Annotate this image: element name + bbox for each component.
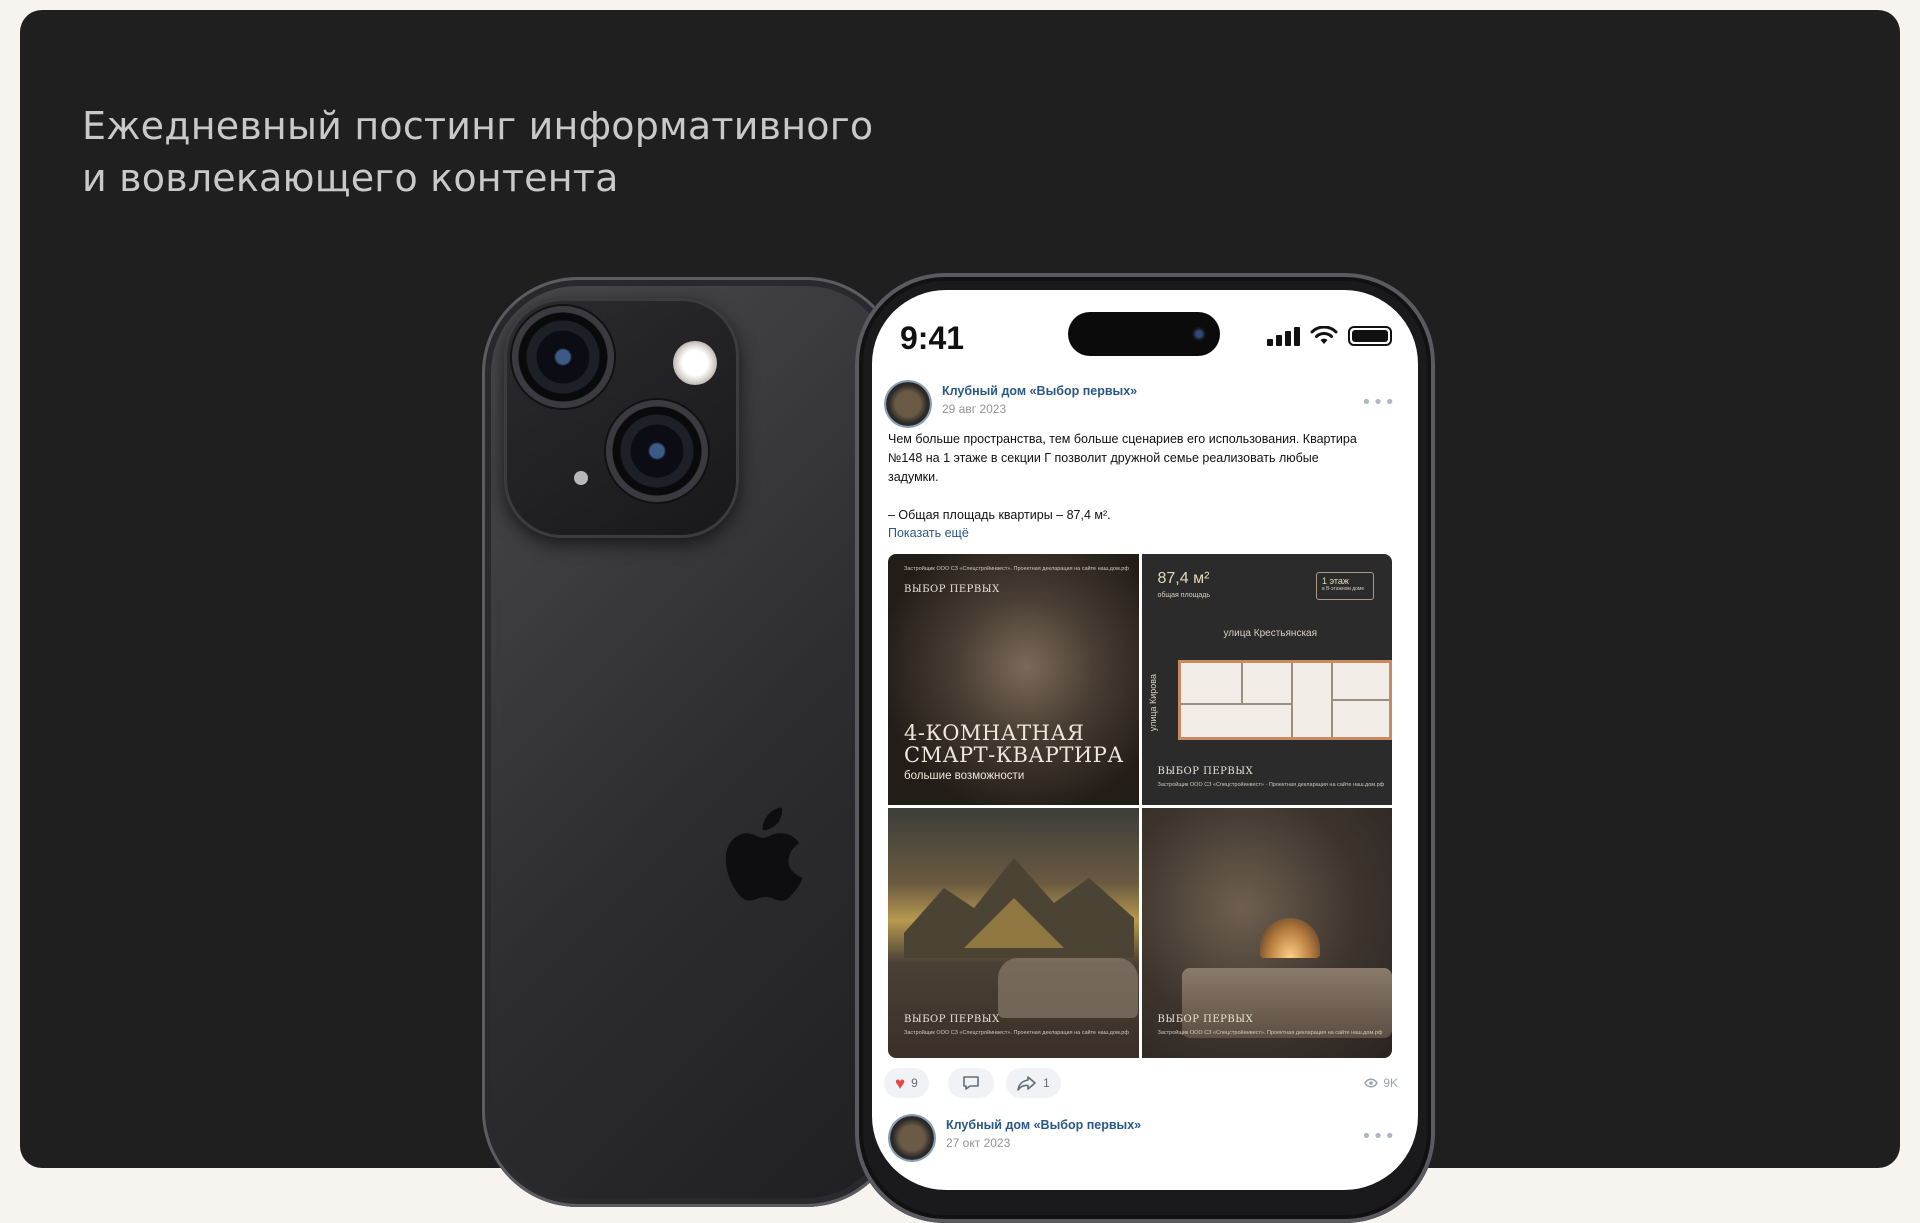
like-button[interactable]: ♥ 9 — [884, 1068, 929, 1098]
post-text: Чем больше пространства, тем больше сцен… — [888, 430, 1400, 525]
front-camera-icon — [1192, 327, 1206, 341]
legal-text: Застройщик ООО СЗ «Спецстройинвест». Про… — [904, 566, 1129, 572]
share-button[interactable]: 1 — [1006, 1068, 1061, 1098]
post-image-grid: Застройщик ООО СЗ «Спецстройинвест». Про… — [888, 554, 1392, 1058]
area-value: 87,4 м² — [1157, 570, 1210, 587]
microphone-icon — [574, 471, 588, 485]
wifi-icon — [1310, 326, 1338, 344]
area-label: общая площадь — [1157, 592, 1211, 599]
views-count: 9K — [1383, 1076, 1398, 1090]
image-title: 4-КОМНАТНАЯ СМАРТ-КВАРТИРА — [904, 722, 1124, 766]
post-text-line: задумки. — [888, 470, 939, 484]
post-image[interactable]: ВЫБОР ПЕРВЫХ Застройщик ООО СЗ «Спецстро… — [1141, 807, 1392, 1058]
comment-button[interactable] — [948, 1068, 994, 1098]
battery-icon — [1348, 326, 1392, 346]
post-text-line: – Общая площадь квартиры – 87,4 м². — [888, 508, 1111, 522]
signal-icon — [1267, 326, 1300, 346]
like-count: 9 — [911, 1076, 918, 1090]
camera-lens-icon — [512, 306, 614, 408]
post-header-2: Клубный дом «Выбор первых» 27 окт 2023 •… — [890, 1116, 1404, 1166]
image-title-line: СМАРТ-КВАРТИРА — [904, 743, 1124, 767]
floor-badge: 1 этаж в В-этажном доме — [1316, 572, 1374, 600]
bed-shape — [1181, 967, 1392, 1038]
brand-text: ВЫБОР ПЕРВЫХ — [904, 584, 1000, 595]
post-text-line: №148 на 1 этаже в секции Г позволит друж… — [888, 451, 1319, 465]
post-header: Клубный дом «Выбор первых» 29 авг 2023 •… — [886, 382, 1404, 432]
comment-icon — [963, 1076, 979, 1090]
post-actions: ♥ 9 1 9K — [884, 1068, 1404, 1100]
views-counter: 9K — [1364, 1076, 1398, 1090]
legal-text: Застройщик ООО СЗ «Спецстройинвест». Про… — [1157, 1029, 1383, 1036]
flash-icon — [673, 341, 717, 385]
legal-text: Застройщик ООО СЗ «Спецстройинвест». Про… — [904, 1029, 1129, 1036]
apple-logo-icon — [725, 807, 803, 901]
status-icons — [1267, 326, 1392, 346]
more-icon[interactable]: ••• — [1361, 392, 1396, 413]
camera-module — [504, 298, 739, 538]
image-subtitle: большие возможности — [904, 770, 1025, 782]
mountain-artwork — [904, 857, 1134, 958]
post-author[interactable]: Клубный дом «Выбор первых» — [942, 384, 1137, 398]
show-more-link[interactable]: Показать ещё — [888, 526, 969, 540]
camera-lens-icon — [606, 400, 708, 502]
headline-line-1: Ежедневный постинг информативного — [82, 104, 874, 148]
avatar[interactable] — [890, 1116, 934, 1160]
street-top: улица Крестьянская — [1223, 628, 1318, 639]
floor-plan — [1177, 660, 1392, 740]
brand-text: ВЫБОР ПЕРВЫХ — [1157, 766, 1254, 777]
post-image[interactable]: Застройщик ООО СЗ «Спецстройинвест». Про… — [888, 554, 1139, 805]
avatar[interactable] — [886, 382, 930, 426]
legal-text: Застройщик ООО СЗ «Спецстройинвест» · Пр… — [1157, 782, 1385, 788]
post-date[interactable]: 29 авг 2023 — [942, 402, 1006, 416]
headline: Ежедневный постинг информативного и вовл… — [82, 100, 873, 204]
side-button — [496, 600, 502, 730]
image-title-line: 4-КОМНАТНАЯ — [904, 721, 1085, 745]
post-date[interactable]: 27 окт 2023 — [946, 1136, 1010, 1150]
brand-text: ВЫБОР ПЕРВЫХ — [1157, 1013, 1254, 1025]
dynamic-island — [1068, 312, 1220, 356]
more-icon[interactable]: ••• — [1361, 1126, 1396, 1147]
status-time: 9:41 — [900, 320, 965, 356]
phone-screen: 9:41 Клубный дом «Выбор первых» 29 авг 2… — [872, 290, 1418, 1190]
headline-line-2: и вовлекающего контента — [82, 156, 619, 200]
lamp-shape — [1259, 917, 1320, 958]
street-side: улица Кирова — [1147, 674, 1158, 732]
post-author[interactable]: Клубный дом «Выбор первых» — [946, 1118, 1141, 1132]
heart-icon: ♥ — [895, 1073, 906, 1093]
share-icon — [1017, 1076, 1036, 1091]
post-image[interactable]: ВЫБОР ПЕРВЫХ Застройщик ООО СЗ «Спецстро… — [888, 807, 1139, 1058]
floor-value: 1 этаж — [1322, 576, 1349, 586]
floor-sub: в В-этажном доме — [1322, 586, 1365, 592]
sofa-shape — [998, 957, 1138, 1018]
brand-text: ВЫБОР ПЕРВЫХ — [904, 1013, 1000, 1025]
eye-icon — [1364, 1078, 1379, 1088]
post-image[interactable]: 87,4 м² общая площадь 1 этаж в В-этажном… — [1141, 554, 1392, 805]
share-count: 1 — [1043, 1076, 1050, 1090]
post-text-line: Чем больше пространства, тем больше сцен… — [888, 432, 1357, 446]
